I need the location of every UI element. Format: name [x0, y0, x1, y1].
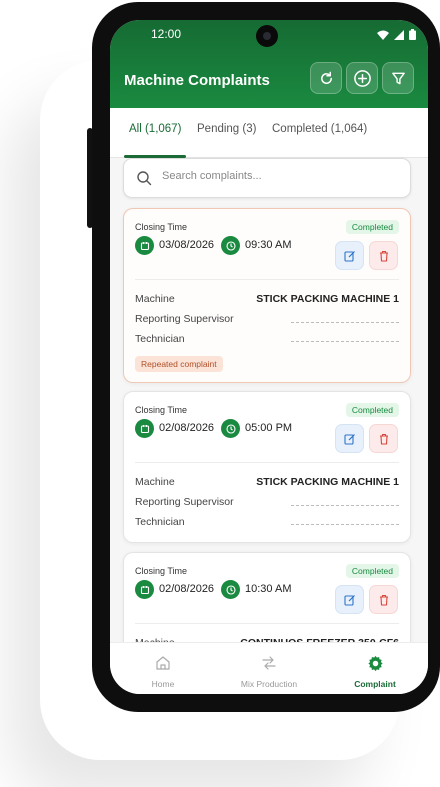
signal-icon [394, 29, 404, 40]
machine-label: Machine [135, 293, 175, 305]
camera-cutout [256, 25, 278, 47]
card-divider [135, 623, 399, 624]
clock-icon [221, 580, 240, 599]
clock-icon [221, 419, 240, 438]
app-header: 12:00 Machine Complaints [110, 20, 428, 108]
battery-icon [409, 29, 416, 40]
reporting-supervisor-empty [291, 322, 399, 323]
machine-value: STICK PACKING MACHINE 1 [256, 476, 399, 488]
closing-time: 09:30 AM [245, 239, 292, 251]
filter-button[interactable] [382, 62, 414, 94]
trash-icon [379, 433, 388, 445]
edit-button[interactable] [335, 585, 364, 614]
add-circle-icon [353, 69, 371, 87]
nav-home-label: Home [151, 679, 175, 689]
delete-button[interactable] [369, 585, 398, 614]
repeated-complaint-tag: Repeated complaint [135, 356, 223, 372]
wifi-icon [377, 30, 389, 40]
app-screen: 12:00 Machine Complaints All (1,067) Pen… [110, 20, 428, 694]
tab-completed[interactable]: Completed (1,064) [272, 123, 367, 135]
edit-icon [343, 250, 355, 262]
card-divider [135, 279, 399, 280]
technician-label: Technician [135, 333, 185, 345]
edit-icon [343, 594, 355, 606]
closing-time: 10:30 AM [245, 583, 292, 595]
complaint-card[interactable]: Closing Time Completed 03/08/2026 09:30 … [123, 208, 411, 383]
calendar-icon [135, 580, 154, 599]
technician-empty [291, 341, 399, 342]
gear-icon [368, 655, 383, 672]
closing-time-label: Closing Time [135, 566, 188, 576]
status-icons [377, 29, 416, 40]
refresh-button[interactable] [310, 62, 342, 94]
closing-date: 02/08/2026 [159, 422, 215, 434]
complaint-card[interactable]: Closing Time Completed 02/08/2026 05:00 … [123, 391, 411, 543]
status-time: 12:00 [151, 27, 182, 41]
closing-date: 03/08/2026 [159, 239, 215, 251]
phone-frame: 12:00 Machine Complaints All (1,067) Pen… [92, 2, 440, 712]
bottom-navigation: Home Mix Production Complaint [110, 642, 428, 694]
machine-label: Machine [135, 476, 175, 488]
reporting-supervisor-empty [291, 505, 399, 506]
status-badge: Completed [345, 220, 399, 234]
complaint-tabs: All (1,067) Pending (3) Completed (1,064… [110, 108, 428, 158]
tab-all[interactable]: All (1,067) [129, 123, 181, 135]
calendar-icon [135, 236, 154, 255]
delete-button[interactable] [369, 424, 398, 453]
machine-value: STICK PACKING MACHINE 1 [256, 293, 399, 305]
edit-button[interactable] [335, 424, 364, 453]
technician-empty [291, 524, 399, 525]
calendar-icon [135, 419, 154, 438]
search-icon [137, 171, 152, 186]
closing-time-label: Closing Time [135, 405, 188, 415]
swap-icon [262, 656, 276, 670]
trash-icon [379, 594, 388, 606]
nav-home[interactable]: Home [110, 643, 216, 694]
filter-icon [391, 72, 405, 84]
refresh-icon [320, 71, 332, 84]
card-divider [135, 462, 399, 463]
status-badge: Completed [345, 403, 399, 417]
delete-button[interactable] [369, 241, 398, 270]
reporting-supervisor-label: Reporting Supervisor [135, 496, 234, 508]
nav-mix-production[interactable]: Mix Production [216, 643, 322, 694]
closing-time: 05:00 PM [245, 422, 293, 434]
add-complaint-button[interactable] [346, 62, 378, 94]
closing-time-label: Closing Time [135, 222, 188, 232]
search-bar [123, 158, 411, 198]
clock-icon [221, 236, 240, 255]
technician-label: Technician [135, 516, 185, 528]
page-title: Machine Complaints [124, 72, 270, 89]
edit-icon [343, 433, 355, 445]
status-badge: Completed [345, 564, 399, 578]
edit-button[interactable] [335, 241, 364, 270]
closing-date: 02/08/2026 [159, 583, 215, 595]
status-bar: 12:00 [110, 20, 428, 48]
reporting-supervisor-label: Reporting Supervisor [135, 313, 234, 325]
home-icon [156, 656, 170, 670]
trash-icon [379, 250, 388, 262]
nav-complaint-label: Complaint [354, 679, 396, 689]
tab-pending[interactable]: Pending (3) [197, 123, 256, 135]
search-input[interactable] [162, 170, 402, 182]
nav-mix-production-label: Mix Production [240, 679, 298, 689]
nav-complaint[interactable]: Complaint [322, 643, 428, 694]
